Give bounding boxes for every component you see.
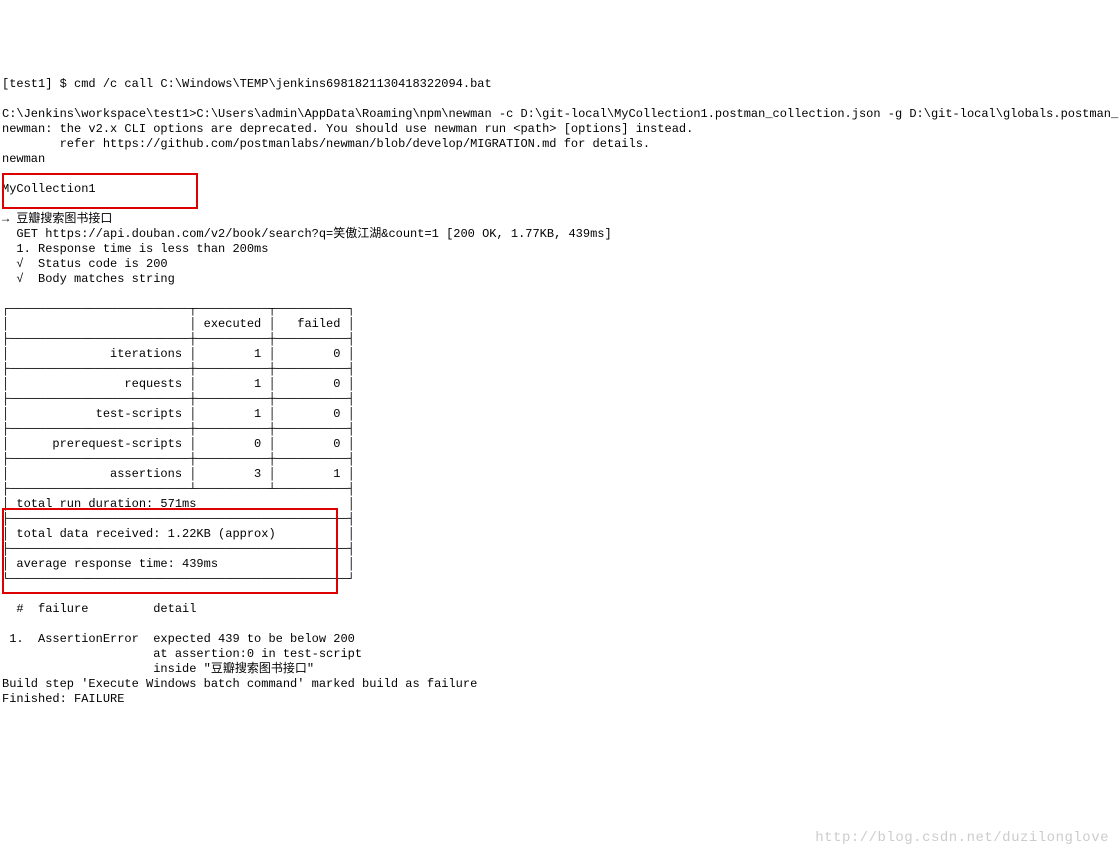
table-avg-response: │ average response time: 439ms │ bbox=[2, 557, 355, 571]
command-line: C:\Jenkins\workspace\test1>C:\Users\admi… bbox=[2, 107, 1119, 121]
watermark: http://blog.csdn.net/duzilonglove bbox=[815, 830, 1109, 848]
table-sep: ├─────────────────────────┴──────────┴──… bbox=[2, 482, 355, 496]
table-row-testscripts: │ test-scripts │ 1 │ 0 │ bbox=[2, 407, 355, 421]
failure-detail: inside "豆瓣搜索图书接口" bbox=[2, 662, 314, 676]
request-name: → 豆瓣搜索图书接口 bbox=[2, 212, 112, 226]
table-row-requests: │ requests │ 1 │ 0 │ bbox=[2, 377, 355, 391]
newman-label: newman bbox=[2, 152, 45, 166]
table-sep: ├─────────────────────────┼──────────┼──… bbox=[2, 332, 355, 346]
test-result-pass-2: √ Body matches string bbox=[2, 272, 175, 286]
table-row-assertions: │ assertions │ 3 │ 1 │ bbox=[2, 467, 355, 481]
test-result-pass-1: √ Status code is 200 bbox=[2, 257, 168, 271]
table-sep: ├─────────────────────────┼──────────┼──… bbox=[2, 392, 355, 406]
console-output: [test1] $ cmd /c call C:\Windows\TEMP\je… bbox=[2, 62, 1117, 707]
table-sep: ├─────────────────────────┼──────────┼──… bbox=[2, 452, 355, 466]
deprecated-warning: newman: the v2.x CLI options are depreca… bbox=[2, 122, 693, 136]
table-duration: │ total run duration: 571ms │ bbox=[2, 497, 355, 511]
table-sep: ├─────────────────────────┼──────────┼──… bbox=[2, 422, 355, 436]
failure-detail: at assertion:0 in test-script bbox=[2, 647, 362, 661]
table-sep: ├─────────────────────────┼──────────┼──… bbox=[2, 362, 355, 376]
table-sep: ├───────────────────────────────────────… bbox=[2, 542, 355, 556]
build-step-result: Build step 'Execute Windows batch comman… bbox=[2, 677, 477, 691]
request-details: GET https://api.douban.com/v2/book/searc… bbox=[2, 227, 612, 241]
test-result-fail: 1. Response time is less than 200ms bbox=[2, 242, 268, 256]
finished-status: Finished: FAILURE bbox=[2, 692, 124, 706]
table-border: └───────────────────────────────────────… bbox=[2, 572, 355, 586]
table-border: ┌─────────────────────────┬──────────┬──… bbox=[2, 302, 355, 316]
refer-link: refer https://github.com/postmanlabs/new… bbox=[2, 137, 650, 151]
table-header: │ │ executed │ failed │ bbox=[2, 317, 355, 331]
failure-row: 1. AssertionError expected 439 to be bel… bbox=[2, 632, 355, 646]
collection-name: MyCollection1 bbox=[2, 182, 96, 196]
prompt-line: [test1] $ cmd /c call C:\Windows\TEMP\je… bbox=[2, 77, 492, 91]
table-row-prerequest: │ prerequest-scripts │ 0 │ 0 │ bbox=[2, 437, 355, 451]
table-row-iterations: │ iterations │ 1 │ 0 │ bbox=[2, 347, 355, 361]
table-data-received: │ total data received: 1.22KB (approx) │ bbox=[2, 527, 355, 541]
table-sep: ├───────────────────────────────────────… bbox=[2, 512, 355, 526]
failure-header: # failure detail bbox=[2, 602, 196, 616]
